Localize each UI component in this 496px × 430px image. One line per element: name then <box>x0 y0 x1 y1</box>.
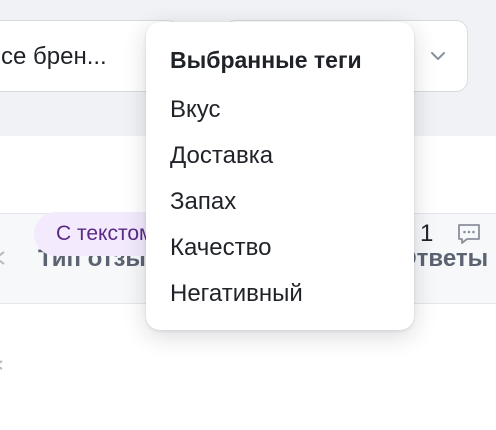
sort-arrow-icon[interactable] <box>0 250 6 266</box>
row-indicator-icon <box>0 360 3 370</box>
tag-option-kachestvo[interactable]: Качество <box>170 228 271 268</box>
tag-option-dostavka[interactable]: Доставка <box>170 136 273 176</box>
brand-select-value: се брен... <box>1 43 107 70</box>
answers-count: 1 <box>420 220 434 247</box>
chevron-down-icon[interactable] <box>429 47 447 65</box>
tag-option-negativny[interactable]: Негативный <box>170 274 303 314</box>
comment-icon[interactable] <box>456 222 482 246</box>
tags-dropdown-menu: Выбранные теги Вкус Доставка Запах Качес… <box>146 22 414 330</box>
tag-option-zapah[interactable]: Запах <box>170 182 236 222</box>
tag-option-vkus[interactable]: Вкус <box>170 90 221 130</box>
dropdown-group-title: Выбранные теги <box>170 47 362 73</box>
